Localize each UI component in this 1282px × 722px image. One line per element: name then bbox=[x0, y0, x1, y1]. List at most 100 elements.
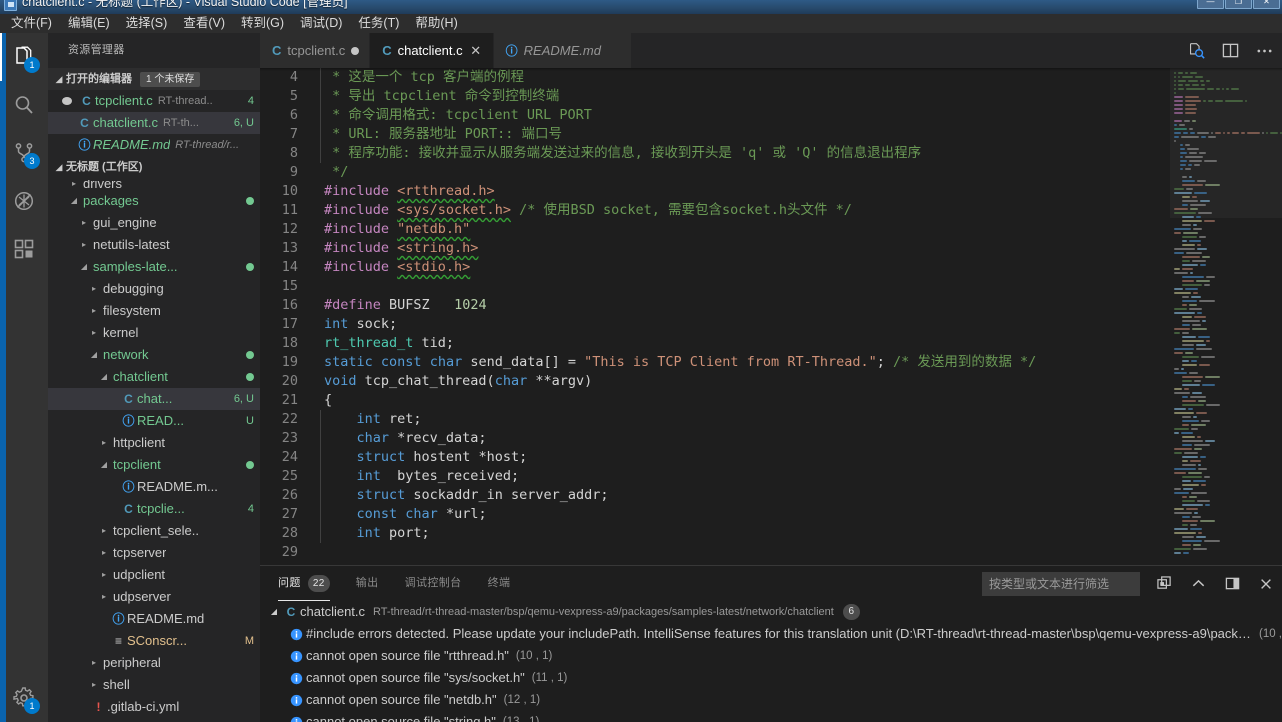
minimize-button[interactable]: — bbox=[1197, 0, 1224, 9]
tree-item-gui_engine[interactable]: ▸ gui_engine bbox=[48, 212, 260, 234]
tree-item-.gitlab-ci.yml[interactable]: ! .gitlab-ci.yml bbox=[48, 696, 260, 718]
tab-label: tcpclient.c bbox=[287, 43, 346, 58]
menu-item-5[interactable]: 调试(D) bbox=[292, 14, 350, 33]
tree-item-chat...[interactable]: Cchat... 6, U bbox=[48, 388, 260, 410]
maximize-button[interactable]: ❐ bbox=[1225, 0, 1252, 9]
panel-tab-3[interactable]: 终端 bbox=[488, 566, 511, 601]
menu-item-3[interactable]: 查看(V) bbox=[175, 14, 233, 33]
vscode-window: chatclient.c - 无标题 (工作区) - Visual Studio… bbox=[0, 0, 1282, 722]
problem-item[interactable]: cannot open source file "rtthread.h" (10 … bbox=[260, 645, 1282, 667]
section-workspace[interactable]: ◢ 无标题 (工作区) bbox=[48, 156, 260, 178]
maximize-panel-button[interactable] bbox=[1188, 574, 1208, 594]
dirty-indicator bbox=[62, 97, 72, 105]
activity-item-explorer[interactable]: 1 bbox=[0, 33, 48, 81]
problem-item[interactable]: cannot open source file "sys/socket.h" (1… bbox=[260, 667, 1282, 689]
tree-item-READ...[interactable]: ⓘ READ... U bbox=[48, 410, 260, 432]
panel-tab-0[interactable]: 问题 22 bbox=[278, 566, 330, 601]
toggle-sidebar-button[interactable] bbox=[1222, 574, 1242, 594]
tree-item-network[interactable]: ◢ network bbox=[48, 344, 260, 366]
tree-item-peripheral[interactable]: ▸ peripheral bbox=[48, 652, 260, 674]
minimap-segment bbox=[1174, 268, 1180, 270]
close-button[interactable]: ✕ bbox=[1253, 0, 1280, 9]
problem-item[interactable]: cannot open source file "string.h" (13 , … bbox=[260, 711, 1282, 722]
minimap-segment bbox=[1195, 412, 1208, 414]
tree-item-drivers[interactable]: ▸ drivers bbox=[48, 178, 260, 190]
problem-item[interactable]: cannot open source file "netdb.h" (12 , 1… bbox=[260, 689, 1282, 711]
line-number: 17 bbox=[281, 316, 298, 332]
tree-item-tcpserver[interactable]: ▸ tcpserver bbox=[48, 542, 260, 564]
tree-item-filesystem[interactable]: ▸ filesystem bbox=[48, 300, 260, 322]
minimap-segment bbox=[1194, 192, 1208, 194]
minimap-segment bbox=[1174, 232, 1181, 234]
activity-item-debug[interactable] bbox=[0, 177, 48, 225]
menu-item-7[interactable]: 帮助(H) bbox=[407, 14, 465, 33]
open-editor-item[interactable]: Cchatclient.c RT-th... 6, U bbox=[48, 112, 260, 134]
editor-tab-chatclient.c[interactable]: Cchatclient.c ✕ bbox=[370, 33, 494, 68]
minimap-segment bbox=[1204, 184, 1220, 186]
minimap-segment bbox=[1189, 272, 1194, 274]
minimap-segment bbox=[1203, 284, 1211, 286]
open-editor-item[interactable]: ⓘ README.md RT-thread/r... bbox=[48, 134, 260, 156]
minimap-segment bbox=[1207, 88, 1215, 90]
tree-item-README.md[interactable]: ⓘ README.md bbox=[48, 608, 260, 630]
menu-item-0[interactable]: 文件(F) bbox=[3, 14, 60, 33]
minimap[interactable] bbox=[1170, 68, 1282, 565]
split-editor-button[interactable] bbox=[1220, 41, 1240, 61]
menu-item-2[interactable]: 选择(S) bbox=[118, 14, 176, 33]
tree-item-SConscr...[interactable]: ≡ SConscr... M bbox=[48, 630, 260, 652]
tree-item-debugging[interactable]: ▸ debugging bbox=[48, 278, 260, 300]
tree-item-shell[interactable]: ▸ shell bbox=[48, 674, 260, 696]
line-number: 11 bbox=[281, 202, 298, 218]
tree-item-kernel[interactable]: ▸ kernel bbox=[48, 322, 260, 344]
tree-item-tcpclie...[interactable]: Ctcpclie... 4 bbox=[48, 498, 260, 520]
minimap-line bbox=[1170, 280, 1282, 283]
problems-file-group[interactable]: ◢ C chatclient.c RT-thread/rt-thread-mas… bbox=[260, 601, 1282, 623]
activity-item-search[interactable] bbox=[0, 81, 48, 129]
tree-item-httpclient[interactable]: ▸ httpclient bbox=[48, 432, 260, 454]
more-actions-button[interactable] bbox=[1254, 41, 1274, 61]
minimap-segment bbox=[1200, 80, 1204, 82]
tree-item-udpserver[interactable]: ▸ udpserver bbox=[48, 586, 260, 608]
panel-tab-2[interactable]: 调试控制台 bbox=[405, 566, 462, 601]
minimap-line bbox=[1170, 308, 1282, 311]
open-editor-item[interactable]: Ctcpclient.c RT-thread.. 4 bbox=[48, 90, 260, 112]
activity-item-settings[interactable]: 1 bbox=[0, 674, 48, 722]
menu-item-6[interactable]: 任务(T) bbox=[350, 14, 407, 33]
indent-guide bbox=[320, 429, 321, 448]
tree-item-tcpclient_sele..[interactable]: ▸ tcpclient_sele.. bbox=[48, 520, 260, 542]
problem-message: cannot open source file "sys/socket.h" bbox=[306, 670, 525, 685]
minimap-segment bbox=[1182, 200, 1199, 202]
minimap-segment bbox=[1174, 248, 1195, 250]
tree-item-netutils-latest[interactable]: ▸ netutils-latest bbox=[48, 234, 260, 256]
activity-item-source-control[interactable]: 3 bbox=[0, 129, 48, 177]
minimap-line bbox=[1170, 368, 1282, 371]
tree-item-samples-late...[interactable]: ◢ samples-late... bbox=[48, 256, 260, 278]
activity-item-extensions[interactable] bbox=[0, 225, 48, 273]
close-icon: ✕ bbox=[1263, 0, 1270, 6]
editor-tab-tcpclient.c[interactable]: Ctcpclient.c bbox=[260, 33, 371, 68]
tab-close-icon[interactable]: ✕ bbox=[469, 43, 483, 59]
minimap-segment bbox=[1197, 212, 1212, 214]
problems-filter-input[interactable]: 按类型或文本进行筛选 bbox=[982, 571, 1140, 596]
tree-item-chatclient[interactable]: ◢ chatclient bbox=[48, 366, 260, 388]
file-type-icon: ⓘ bbox=[122, 414, 135, 428]
tree-item-README.m...[interactable]: ⓘ README.m... bbox=[48, 476, 260, 498]
tree-item-udpclient[interactable]: ▸ udpclient bbox=[48, 564, 260, 586]
minimap-segment bbox=[1196, 244, 1202, 246]
section-open-editors[interactable]: ◢ 打开的编辑器 1 个未保存 bbox=[48, 68, 260, 90]
menu-item-1[interactable]: 编辑(E) bbox=[60, 14, 118, 33]
code-area[interactable]: 4 * 这是一个 tcp 客户端的例程 5 * 导出 tcpclient 命令到控… bbox=[260, 68, 1282, 565]
tree-item-tcpclient[interactable]: ◢ tcpclient bbox=[48, 454, 260, 476]
editor-tab-README.md[interactable]: ⓘ README.md bbox=[493, 33, 632, 68]
problem-item[interactable]: #include errors detected. Please update … bbox=[260, 623, 1282, 645]
tree-item-packages[interactable]: ◢ packages bbox=[48, 190, 260, 212]
open-preview-button[interactable] bbox=[1186, 41, 1206, 61]
minimap-line bbox=[1170, 496, 1282, 499]
menu-item-4[interactable]: 转到(G) bbox=[233, 14, 292, 33]
minimap-segment bbox=[1182, 280, 1194, 282]
close-panel-button[interactable] bbox=[1256, 574, 1276, 594]
collapse-all-button[interactable] bbox=[1154, 574, 1174, 594]
tree-item-label: netutils-latest bbox=[93, 237, 170, 252]
minimap-segment bbox=[1197, 400, 1206, 402]
panel-tab-1[interactable]: 输出 bbox=[356, 566, 379, 601]
